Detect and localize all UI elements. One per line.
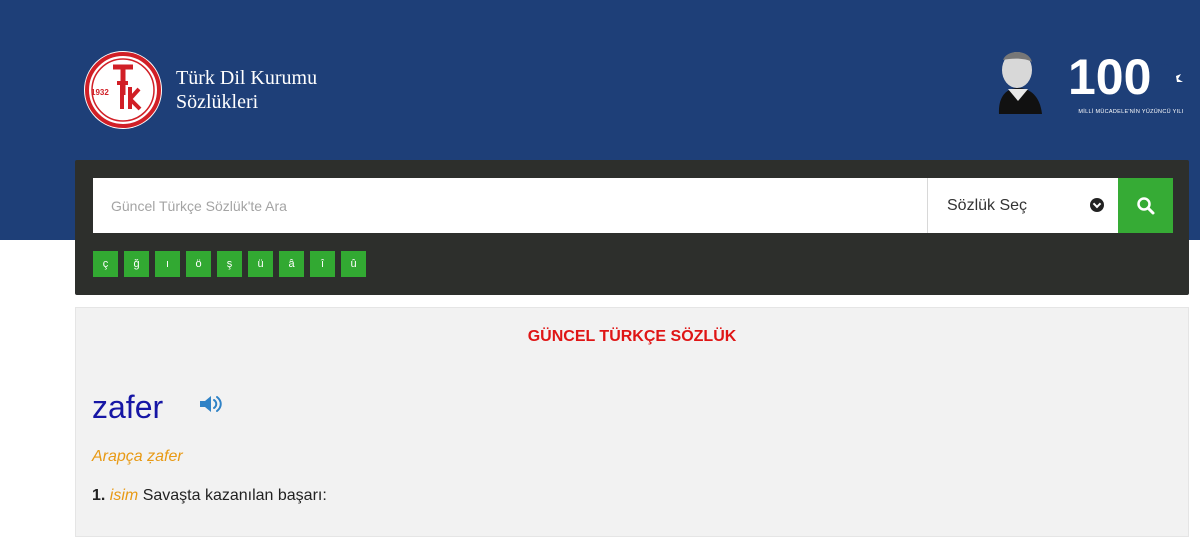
meaning-line: 1. isim Savaşta kazanılan başarı: [92,487,327,505]
char-button-u-umlaut[interactable]: ü [248,251,273,277]
search-input[interactable] [93,178,927,233]
brand-title[interactable]: Türk Dil Kurumu Sözlükleri [176,66,317,114]
logo-year: 1932 [91,88,109,97]
char-button-a-circumflex[interactable]: â [279,251,304,277]
etymology-origin: Arapça ẓafer [92,448,183,465]
search-input-wrapper [93,178,928,233]
search-panel: Sözlük Seç ç ğ ı ö ş ü â î û [75,160,1189,295]
char-button-u-circumflex[interactable]: û [341,251,366,277]
search-icon [1136,196,1154,214]
centennial-number: 100 [1068,49,1151,105]
result-card: GÜNCEL TÜRKÇE SÖZLÜK zafer Arapça ẓafer … [75,307,1189,537]
brand-line-2: Sözlükleri [176,91,259,113]
meaning-number: 1. [92,487,106,504]
char-button-dotless-i[interactable]: ı [155,251,180,277]
brand-line-1: Türk Dil Kurumu [176,67,318,89]
dictionary-select-label: Sözlük Seç [947,196,1028,214]
char-button-s-cedilla[interactable]: ş [217,251,242,277]
speaker-icon[interactable] [198,394,226,414]
char-button-o-umlaut[interactable]: ö [186,251,211,277]
ataturk-portrait-icon [998,51,1042,114]
centennial-logo-icon: 100 [1068,49,1183,105]
meaning-text: Savaşta kazanılan başarı: [142,487,327,504]
special-character-bar: ç ğ ı ö ş ü â î û [93,251,366,277]
char-button-c-cedilla[interactable]: ç [93,251,118,277]
headword: zafer [92,389,164,425]
part-of-speech: isim [109,487,139,504]
dictionary-select[interactable]: Sözlük Seç [928,178,1118,233]
dictionary-title: GÜNCEL TÜRKÇE SÖZLÜK [527,328,737,345]
tdk-logo-icon[interactable]: 1932 [82,49,164,131]
search-button[interactable] [1118,178,1173,233]
char-button-i-circumflex[interactable]: î [310,251,335,277]
char-button-g-breve[interactable]: ğ [124,251,149,277]
centennial-caption: MİLLİ MÜCADELE'NİN YÜZÜNCÜ YILI [1078,109,1184,115]
chevron-down-icon [1090,198,1104,212]
